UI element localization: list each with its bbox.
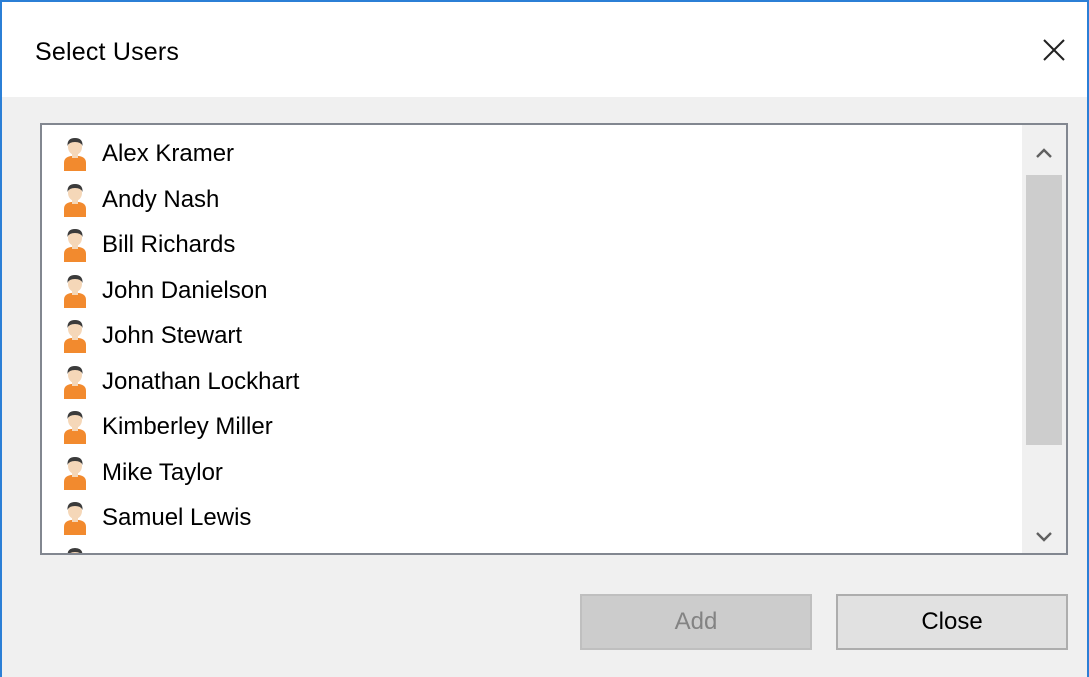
dialog-title: Select Users [35,38,180,66]
list-item[interactable]: Samuel Lewis [62,497,251,539]
close-button[interactable]: Close [836,594,1068,650]
list-item[interactable]: John Danielson [62,270,267,312]
user-icon [62,456,88,490]
user-name-label: Samuel Lewis [102,504,252,531]
list-item[interactable]: Mike Taylor [62,452,223,494]
close-icon[interactable] [1032,30,1072,70]
user-icon [62,228,88,262]
users-list: Alex Kramer Andy Nash Bill Richards John… [42,125,1020,553]
user-icon [62,183,88,217]
user-icon [62,274,88,308]
list-item[interactable]: Alex Kramer [62,133,234,175]
users-listbox[interactable]: Alex Kramer Andy Nash Bill Richards John… [40,123,1068,555]
user-name-label: Bill Richards [102,231,236,258]
vertical-scrollbar[interactable] [1022,125,1066,553]
user-icon [62,137,88,171]
user-name-label: John Stewart [102,322,243,349]
title-bar: Select Users [2,2,1087,97]
chevron-up-icon[interactable] [1022,131,1066,175]
list-item[interactable]: Tim Smith [62,543,209,554]
add-button[interactable]: Add [580,594,812,650]
select-users-dialog: Select Users Alex Kramer Andy Nash Bill … [0,0,1089,677]
user-name-label: Alex Kramer [102,140,235,167]
user-name-label: Andy Nash [102,185,220,213]
user-icon [62,410,88,444]
user-icon [62,319,88,353]
chevron-down-icon[interactable] [1022,515,1066,553]
user-name-label: Tim Smith [102,550,209,554]
user-icon [62,365,88,399]
user-name-label: John Danielson [102,276,268,304]
user-name-label: Jonathan Lockhart [102,367,300,395]
list-item[interactable]: Andy Nash [62,179,219,221]
list-item[interactable]: Bill Richards [62,224,235,266]
user-name-label: Kimberley Miller [102,413,273,440]
list-item[interactable]: Kimberley Miller [62,406,273,448]
scrollbar-thumb[interactable] [1026,175,1062,445]
user-name-label: Mike Taylor [102,458,223,486]
list-item[interactable]: John Stewart [62,315,242,357]
user-icon [62,547,88,553]
list-item[interactable]: Jonathan Lockhart [62,361,299,403]
user-icon [62,501,88,535]
